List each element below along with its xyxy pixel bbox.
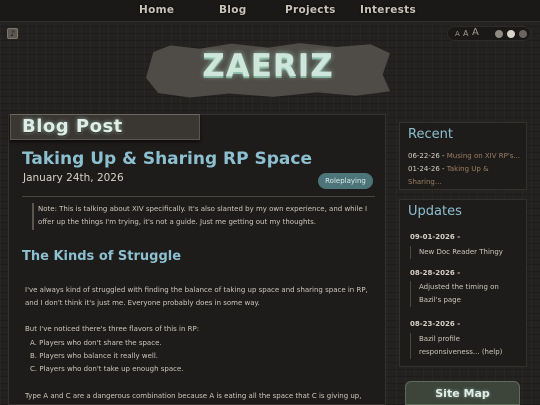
flavor-list: A. Players who don't share the space. B.… [30,337,184,376]
recent-item-date: 01-24-26 [408,165,440,173]
list-item: B. Players who balance it really well. [30,352,158,360]
update-date: 09-01-2026 - [410,233,461,241]
section-label: Blog Post [22,116,123,137]
theme-dot-3[interactable] [519,30,527,38]
nav-link-interests[interactable]: Interests [360,4,416,16]
theme-dot-1[interactable] [495,30,503,38]
recent-panel: Recent 06-22-26 - Musing on XIV RP's... … [399,122,527,190]
updates-heading: Updates [408,204,462,219]
list-item: A. Players who don't share the space. [30,339,162,347]
recent-item-date: 06-22-26 [408,152,440,160]
divider [22,196,375,197]
recent-item-separator: - [439,165,447,173]
post-date: January 24th, 2026 [23,172,124,184]
music-note-icon[interactable]: ♪ [7,28,18,39]
recent-heading: Recent [408,127,453,142]
recent-item-separator: - [439,152,447,160]
list-item: C. Players who don't take up enough spac… [30,365,184,373]
recent-item: 06-22-26 - Musing on XIV RP's... [408,150,524,163]
update-text: New Doc Reader Thingy [410,246,522,259]
top-navigation: Home Blog Projects Interests [0,0,540,22]
tag-badge[interactable]: Roleplaying [318,173,373,189]
update-text: Adjusted the timing on Bazil's page [410,281,522,307]
post-title: Taking Up & Sharing RP Space [22,149,313,169]
site-title: ZAERIZ [202,48,334,84]
update-date: 08-28-2026 - [410,269,461,277]
post-note: Note: This is talking about XIV specific… [32,203,370,230]
update-text: Bazil profile responsiveness... (help) [410,333,522,359]
display-controls: A A A [447,26,531,41]
update-date: 08-23-2026 - [410,320,461,328]
text-size-small-button[interactable]: A [455,30,460,38]
nav-link-blog[interactable]: Blog [219,4,247,16]
recent-item-link[interactable]: Musing on XIV RP's... [447,152,520,160]
theme-dot-2[interactable] [507,30,515,38]
paragraph: But I've noticed there's three flavors o… [25,325,200,333]
section-heading: The Kinds of Struggle [22,249,182,264]
paragraph: I've always kind of struggled with findi… [25,286,368,307]
recent-item: 01-24-26 - Taking Up & Sharing... [408,163,524,189]
nav-link-projects[interactable]: Projects [285,4,336,16]
text-size-medium-button[interactable]: A [463,29,468,38]
text-size-large-button[interactable]: A [472,27,479,38]
updates-panel: Updates 09-01-2026 - New Doc Reader Thin… [399,199,527,367]
paragraph: Type A and C are a dangerous combination… [25,392,362,400]
site-map-button[interactable]: Site Map [405,381,520,405]
nav-link-home[interactable]: Home [139,4,174,16]
